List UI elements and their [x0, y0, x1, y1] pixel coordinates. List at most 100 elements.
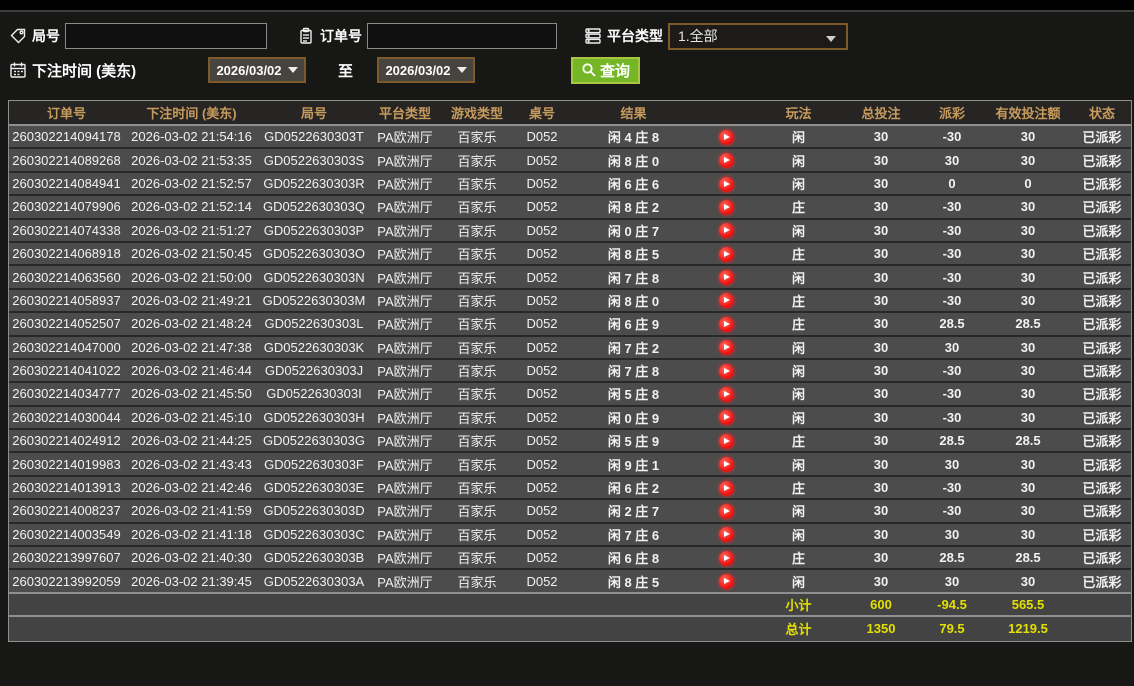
replay-button[interactable]: [718, 176, 734, 192]
cell-result: 闲 8 庄 5: [571, 570, 696, 594]
cell-status: 已派彩: [1073, 570, 1131, 594]
cell-status: 已派彩: [1073, 523, 1131, 548]
cell-round: GD0522630303G: [259, 430, 369, 454]
cell-valid: 30: [983, 476, 1073, 501]
replay-button[interactable]: [718, 199, 734, 215]
cell-payout: -30: [921, 476, 983, 501]
cell-total: 30: [841, 476, 921, 501]
replay-button[interactable]: [718, 270, 734, 286]
cell-table_no: D052: [513, 500, 571, 524]
replay-button[interactable]: [718, 293, 734, 309]
table-row: 260302213997607 2026-03-02 21:40:30 GD0522…: [9, 547, 1131, 571]
cell-result: 闲 6 庄 2: [571, 476, 696, 501]
date-from-select[interactable]: 2026/03/02: [208, 57, 306, 83]
cell-result: 闲 7 庄 8: [571, 359, 696, 384]
date-to-group: 2026/03/02: [377, 56, 475, 84]
col-round: 局号: [259, 101, 369, 126]
cell-order: 260302214068918: [9, 242, 124, 267]
cell-order: 260302213997607: [9, 547, 124, 571]
cell-total: 30: [841, 313, 921, 337]
cell-time: 2026-03-02 21:45:50: [124, 383, 259, 407]
replay-button[interactable]: [718, 387, 734, 403]
replay-button[interactable]: [718, 246, 734, 262]
cell-payout: -30: [921, 500, 983, 524]
cell-table_no: D052: [513, 453, 571, 477]
round-id-label: 局号: [32, 28, 60, 44]
date-to-select[interactable]: 2026/03/02: [377, 57, 475, 83]
cell-order: 260302214019983: [9, 453, 124, 477]
cell-time: 2026-03-02 21:49:21: [124, 289, 259, 314]
replay-button[interactable]: [718, 574, 734, 590]
query-button[interactable]: 查询: [571, 56, 641, 84]
table-row: 260302214003549 2026-03-02 21:41:18 GD0522…: [9, 523, 1131, 548]
cell-platform: PA欧洲厅: [369, 196, 441, 220]
cell-order: 260302214047000: [9, 336, 124, 360]
server-stack-icon: [583, 27, 602, 46]
cell-valid: 28.5: [983, 547, 1073, 571]
replay-button[interactable]: [718, 153, 734, 169]
cell-order: 260302214089268: [9, 149, 124, 173]
table-row: 260302214008237 2026-03-02 21:41:59 GD0522…: [9, 500, 1131, 524]
replay-button[interactable]: [718, 223, 734, 239]
replay-button[interactable]: [718, 550, 734, 566]
col-payout: 派彩: [921, 101, 983, 126]
cell-game: 百家乐: [441, 430, 513, 454]
col-table-no: 桌号: [513, 101, 571, 126]
cell-platform: PA欧洲厅: [369, 570, 441, 594]
cell-valid: 0: [983, 172, 1073, 197]
replay-cell: [696, 570, 756, 594]
cell-time: 2026-03-02 21:50:00: [124, 266, 259, 290]
cell-payout: 0: [921, 172, 983, 197]
cell-time: 2026-03-02 21:53:35: [124, 149, 259, 173]
cell-round: GD0522630303L: [259, 313, 369, 337]
cell-table_no: D052: [513, 289, 571, 314]
subtotal-total-bet: 600: [841, 593, 921, 618]
table-row: 260302214074338 2026-03-02 21:51:27 GD0522…: [9, 219, 1131, 243]
cell-status: 已派彩: [1073, 500, 1131, 524]
cell-result: 闲 6 庄 6: [571, 172, 696, 197]
cell-play: 闲: [756, 383, 841, 407]
cell-order: 260302214094178: [9, 126, 124, 150]
replay-cell: [696, 453, 756, 477]
cell-status: 已派彩: [1073, 453, 1131, 477]
replay-button[interactable]: [718, 480, 734, 496]
cell-play: 闲: [756, 266, 841, 290]
cell-status: 已派彩: [1073, 406, 1131, 431]
round-id-input[interactable]: [65, 23, 267, 49]
cell-valid: 30: [983, 149, 1073, 173]
date-from-value: 2026/03/02: [216, 62, 282, 78]
cell-total: 30: [841, 547, 921, 571]
cell-valid: 30: [983, 336, 1073, 360]
subtotal-valid-bet: 565.5: [983, 593, 1073, 618]
replay-button[interactable]: [718, 503, 734, 519]
cell-status: 已派彩: [1073, 149, 1131, 173]
cell-status: 已派彩: [1073, 430, 1131, 454]
replay-button[interactable]: [718, 363, 734, 379]
platform-type-select[interactable]: 1.全部: [668, 22, 848, 50]
replay-button[interactable]: [718, 316, 734, 332]
replay-cell: [696, 430, 756, 454]
cell-status: 已派彩: [1073, 219, 1131, 243]
replay-button[interactable]: [718, 433, 734, 449]
cell-total: 30: [841, 406, 921, 431]
cell-total: 30: [841, 359, 921, 384]
grand-total-valid-bet: 1219.5: [983, 617, 1073, 641]
cell-result: 闲 2 庄 7: [571, 500, 696, 524]
cell-round: GD0522630303H: [259, 406, 369, 431]
replay-button[interactable]: [718, 340, 734, 356]
cell-result: 闲 7 庄 6: [571, 523, 696, 548]
order-id-input[interactable]: [367, 23, 557, 49]
replay-button[interactable]: [718, 410, 734, 426]
cell-status: 已派彩: [1073, 196, 1131, 220]
replay-button[interactable]: [718, 129, 734, 145]
replay-button[interactable]: [718, 457, 734, 473]
cell-platform: PA欧洲厅: [369, 523, 441, 548]
cell-play: 庄: [756, 196, 841, 220]
cell-status: 已派彩: [1073, 266, 1131, 290]
cell-total: 30: [841, 242, 921, 267]
cell-game: 百家乐: [441, 336, 513, 360]
cell-status: 已派彩: [1073, 476, 1131, 501]
col-result: 结果: [571, 101, 696, 126]
cell-round: GD0522630303C: [259, 523, 369, 548]
replay-button[interactable]: [718, 527, 734, 543]
